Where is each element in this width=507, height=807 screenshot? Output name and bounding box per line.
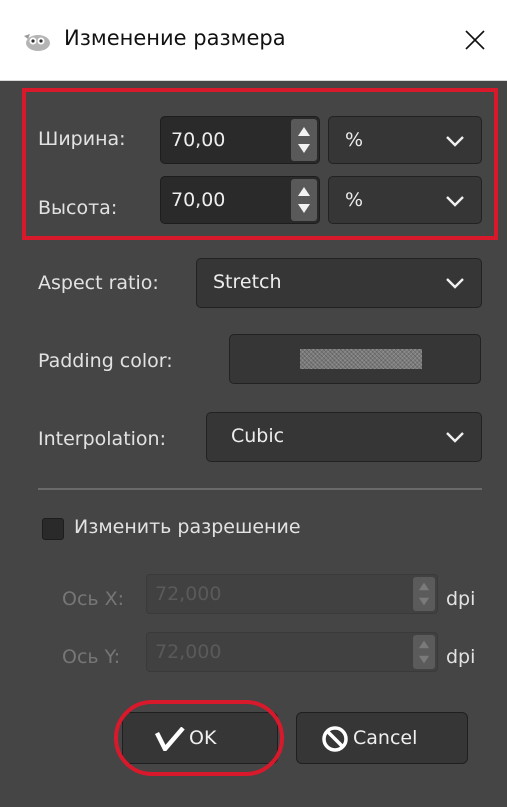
interpolation-label: Interpolation:	[38, 428, 166, 450]
color-swatch	[300, 349, 422, 369]
x-resolution-spinbox[interactable]: 72,000	[146, 574, 438, 614]
y-unit-label: dpi	[446, 646, 476, 668]
arrow-up-icon[interactable]	[417, 638, 431, 650]
arrow-up-icon[interactable]	[417, 580, 431, 592]
change-resolution-label[interactable]: Изменить разрешение	[74, 516, 301, 538]
y-resolution-spinbox[interactable]: 72,000	[146, 632, 438, 672]
aspect-ratio-dropdown[interactable]: Stretch	[196, 258, 482, 308]
x-axis-label: Ось X:	[62, 588, 125, 610]
y-resolution-stepper[interactable]	[413, 635, 435, 669]
cancel-icon	[322, 726, 348, 752]
chevron-down-icon	[446, 432, 464, 443]
y-resolution-value[interactable]: 72,000	[155, 641, 221, 663]
interpolation-dropdown[interactable]: Cubic	[206, 412, 482, 462]
aspect-ratio-label: Aspect ratio:	[38, 272, 159, 294]
ok-highlight-annotation	[114, 700, 284, 776]
arrow-down-icon[interactable]	[417, 654, 431, 666]
padding-color-button[interactable]	[229, 334, 481, 384]
size-highlight-annotation	[22, 88, 498, 240]
x-resolution-stepper[interactable]	[413, 577, 435, 611]
window-title: Изменение размера	[64, 26, 286, 50]
change-resolution-checkbox[interactable]	[42, 518, 64, 540]
cancel-label: Cancel	[353, 727, 418, 749]
chevron-down-icon	[446, 278, 464, 289]
arrow-down-icon[interactable]	[417, 596, 431, 608]
x-unit-label: dpi	[446, 588, 476, 610]
divider	[38, 488, 482, 490]
gimp-icon	[24, 34, 50, 51]
y-axis-label: Ось Y:	[62, 646, 121, 668]
close-icon	[465, 30, 485, 50]
interpolation-value: Cubic	[231, 425, 285, 447]
title-bar: Изменение размера	[0, 0, 507, 81]
x-resolution-value[interactable]: 72,000	[155, 583, 221, 605]
cancel-button[interactable]: Cancel	[296, 712, 468, 764]
padding-color-label: Padding color:	[38, 350, 173, 372]
aspect-ratio-value: Stretch	[213, 271, 282, 293]
close-button[interactable]	[445, 0, 507, 80]
